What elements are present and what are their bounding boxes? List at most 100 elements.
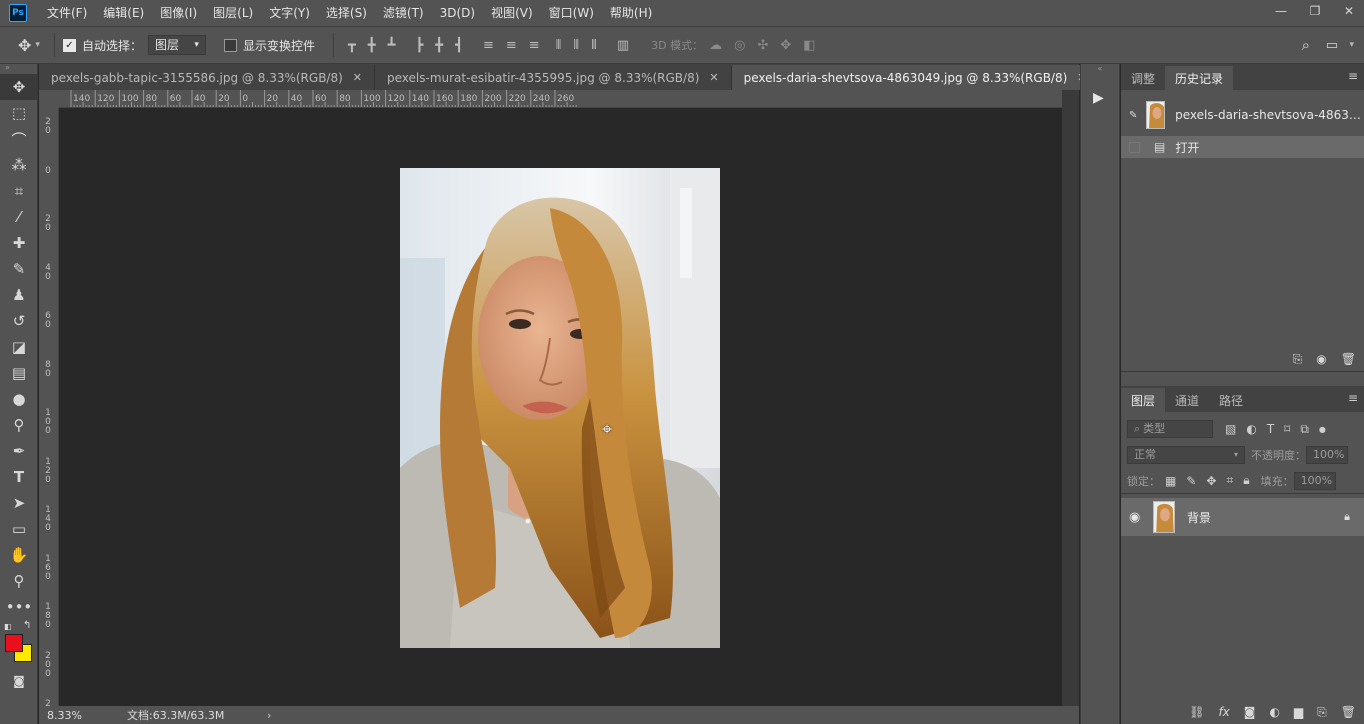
quick-mask-icon[interactable]: ◙ (0, 668, 38, 694)
close-icon[interactable]: ✕ (709, 71, 718, 84)
distribute-vcenter-icon[interactable]: ≡ (506, 38, 517, 53)
trash-icon[interactable]: 🗑 (1341, 352, 1356, 366)
layer-filter-select[interactable]: ⌕ 类型 (1127, 420, 1213, 438)
auto-select-target-select[interactable]: 图层 ▾ (147, 35, 206, 55)
menu-layer[interactable]: 图层(L) (205, 0, 261, 26)
brush-tool-icon[interactable]: ✎ (0, 256, 38, 282)
crop-tool-icon[interactable]: ⌗ (0, 178, 38, 204)
tab-history[interactable]: 历史记录 (1165, 66, 1234, 90)
tab-document-2[interactable]: pexels-murat-esibatir-4355995.jpg @ 8.33… (375, 65, 732, 90)
align-right-icon[interactable]: ┫ (455, 38, 463, 53)
opacity-field[interactable]: 100% (1306, 446, 1348, 464)
default-colors-icon[interactable]: ◧ (4, 622, 12, 631)
3d-scale-icon[interactable]: ◧ (803, 38, 815, 53)
tool-preset-dropdown-icon[interactable]: ▾ (35, 40, 40, 50)
filter-type-icon[interactable]: T (1267, 422, 1274, 436)
adjustment-layer-icon[interactable]: ◐ (1269, 705, 1279, 719)
3d-roll-icon[interactable]: ◎ (734, 38, 745, 53)
minimize-button[interactable]: — (1266, 0, 1296, 22)
blend-mode-select[interactable]: 正常 ▾ (1127, 446, 1245, 464)
zoom-tool-icon[interactable]: ⚲ (0, 568, 38, 594)
more-tools-icon[interactable]: ••• (0, 594, 38, 620)
filter-smart-object-icon[interactable]: ⧉ (1300, 422, 1309, 437)
auto-select-checkbox[interactable]: ✓ (62, 38, 76, 52)
menu-select[interactable]: 选择(S) (318, 0, 375, 26)
document-image[interactable]: ⌖ (400, 168, 720, 648)
panel-menu-icon[interactable]: ≡ (1348, 69, 1358, 83)
pen-tool-icon[interactable]: ✒ (0, 438, 38, 464)
blur-tool-icon[interactable]: ● (0, 386, 38, 412)
menu-edit[interactable]: 编辑(E) (95, 0, 152, 26)
rectangle-tool-icon[interactable]: ▭ (0, 516, 38, 542)
distribute-right-icon[interactable]: ⦀ (591, 38, 597, 53)
distribute-top-icon[interactable]: ≡ (483, 38, 494, 53)
auto-align-icon[interactable]: ▥ (617, 38, 629, 53)
magic-wand-tool-icon[interactable]: ⁂ (0, 152, 38, 178)
folder-icon[interactable]: ▆ (1294, 705, 1303, 719)
trash-icon[interactable]: 🗑 (1341, 705, 1356, 719)
close-button[interactable]: ✕ (1334, 0, 1364, 22)
filter-adjustment-icon[interactable]: ◐ (1246, 422, 1256, 436)
tab-layers[interactable]: 图层 (1121, 388, 1166, 412)
workspace-dropdown-icon[interactable]: ▾ (1349, 40, 1354, 50)
layer-row[interactable]: ◉ 背景 🔒︎ (1121, 498, 1364, 536)
menu-window[interactable]: 窗口(W) (541, 0, 602, 26)
lock-transparent-icon[interactable]: ▦ (1165, 474, 1176, 488)
status-menu-arrow-icon[interactable]: › (267, 709, 271, 722)
menu-help[interactable]: 帮助(H) (602, 0, 660, 26)
3d-slide-icon[interactable]: ✥ (780, 38, 791, 53)
eraser-tool-icon[interactable]: ◪ (0, 334, 38, 360)
horizontal-ruler[interactable]: 140 120 100 80 60 40 20 0 20 40 60 80 100 120 140 160 18… (59, 90, 1062, 108)
tab-paths[interactable]: 路径 (1209, 388, 1253, 412)
marquee-tool-icon[interactable]: ⬚ (0, 100, 38, 126)
gradient-tool-icon[interactable]: ▤ (0, 360, 38, 386)
vertical-scrollbar[interactable] (1062, 90, 1079, 706)
lasso-tool-icon[interactable]: ⌒ (0, 126, 38, 152)
3d-pan-icon[interactable]: ✣ (757, 38, 768, 53)
panel-collapse-icon[interactable]: « (1081, 65, 1119, 73)
actions-play-icon[interactable]: ▶ (1093, 90, 1109, 106)
layer-style-fx-icon[interactable]: fx (1218, 705, 1229, 719)
layer-mask-icon[interactable]: ◙ (1244, 705, 1256, 719)
panel-collapse-icon[interactable]: » (0, 64, 37, 74)
move-tool-icon[interactable]: ✥ (0, 74, 38, 100)
visibility-eye-icon[interactable]: ◉ (1129, 510, 1143, 525)
path-selection-tool-icon[interactable]: ➤ (0, 490, 38, 516)
camera-icon[interactable]: ◉ (1316, 352, 1326, 366)
foreground-color-swatch[interactable] (5, 634, 23, 652)
menu-view[interactable]: 视图(V) (483, 0, 541, 26)
type-tool-icon[interactable]: T (0, 464, 38, 490)
close-icon[interactable]: ✕ (353, 71, 362, 84)
align-vcenter-icon[interactable]: ╋ (368, 38, 376, 53)
distribute-hcenter-icon[interactable]: ⦀ (573, 38, 579, 53)
stamp-tool-icon[interactable]: ♟ (0, 282, 38, 308)
new-layer-icon[interactable]: ⎘ (1317, 705, 1327, 720)
lock-position-icon[interactable]: ✥ (1206, 474, 1216, 488)
new-document-from-state-icon[interactable]: ⎘ (1293, 352, 1303, 367)
align-hcenter-icon[interactable]: ╋ (435, 38, 443, 53)
history-step-checkbox[interactable] (1129, 141, 1140, 153)
show-transform-checkbox[interactable] (223, 38, 237, 52)
zoom-level-field[interactable]: 8.33% (39, 709, 89, 722)
menu-filter[interactable]: 滤镜(T) (375, 0, 432, 26)
history-brush-source-icon[interactable]: ✎ (1129, 110, 1142, 121)
restore-button[interactable]: ❐ (1300, 0, 1330, 22)
menu-3d[interactable]: 3D(D) (432, 0, 483, 26)
dodge-tool-icon[interactable]: ⚲ (0, 412, 38, 438)
menu-type[interactable]: 文字(Y) (261, 0, 318, 26)
panel-menu-icon[interactable]: ≡ (1348, 391, 1358, 405)
distribute-left-icon[interactable]: ⦀ (556, 38, 562, 53)
align-left-icon[interactable]: ┣ (415, 38, 423, 53)
fill-field[interactable]: 100% (1293, 471, 1336, 490)
tab-document-1[interactable]: pexels-gabb-tapic-3155586.jpg @ 8.33%(RG… (39, 65, 375, 90)
menu-file[interactable]: 文件(F) (39, 0, 95, 26)
history-snapshot[interactable]: ✎ pexels-daria-shevtsova-486304... (1121, 98, 1364, 132)
lock-all-icon[interactable]: 🔒︎ (1243, 473, 1249, 488)
hand-tool-icon[interactable]: ✋ (0, 542, 38, 568)
history-brush-tool-icon[interactable]: ↺ (0, 308, 38, 334)
history-step[interactable]: ▤ 打开 (1121, 136, 1364, 158)
ruler-origin[interactable] (39, 90, 59, 108)
tab-document-3[interactable]: pexels-daria-shevtsova-4863049.jpg @ 8.3… (731, 65, 1100, 90)
align-top-icon[interactable]: ┳ (348, 38, 356, 53)
healing-brush-tool-icon[interactable]: ✚ (0, 230, 38, 256)
